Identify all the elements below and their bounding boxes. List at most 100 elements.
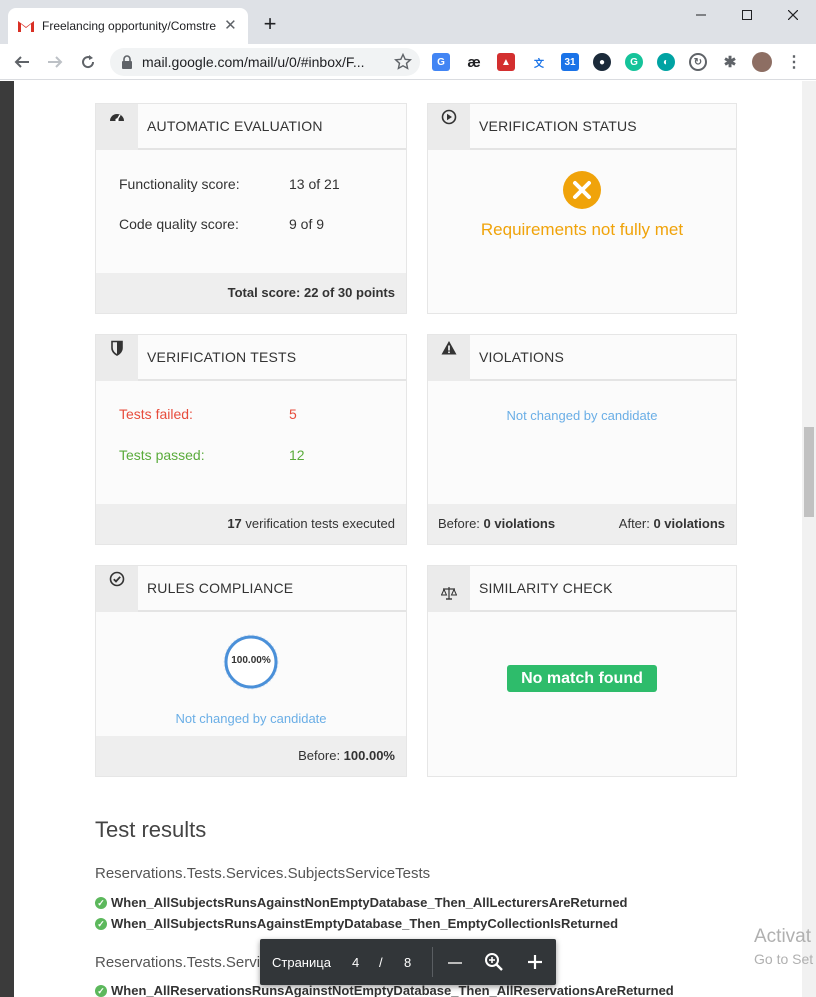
url-text: mail.google.com/mail/u/0/#inbox/F... (142, 54, 365, 70)
activation-watermark-subtitle: Go to Set (754, 951, 814, 967)
suite-name: Reservations.Tests.Servic (95, 954, 268, 971)
violations-note: Not changed by candidate (506, 408, 658, 423)
toolbar-divider (432, 947, 433, 977)
test-item: ✓ When_AllReservationsRunsAgainstNotEmpt… (95, 983, 674, 997)
card-header: RULES COMPLIANCE (96, 566, 406, 612)
card-footer: Total score: 22 of 30 points (96, 273, 406, 313)
gmail-icon (18, 18, 34, 34)
test-item: ✓ When_AllSubjectsRunsAgainstNonEmptyDat… (95, 895, 628, 910)
check-icon: ✓ (95, 917, 107, 930)
tests-passed-value: 12 (289, 447, 305, 463)
verification-tests-card: VERIFICATION TESTS Tests failed: 5 Tests… (95, 334, 407, 545)
circle-extension-icon[interactable]: ↻ (689, 53, 707, 71)
menu-dots-icon[interactable]: ⋮ (785, 53, 803, 71)
executed-text: verification tests executed (241, 516, 395, 531)
close-window-icon[interactable] (770, 0, 816, 30)
maximize-icon[interactable] (724, 0, 770, 30)
balance-scale-icon (428, 566, 470, 612)
page-label: Страница (272, 955, 331, 970)
avatar[interactable] (752, 52, 772, 72)
test-name: When_AllReservationsRunsAgainstNotEmptyD… (111, 983, 674, 997)
suite-name: Reservations.Tests.Services.SubjectsServ… (95, 865, 431, 882)
scrollbar-thumb[interactable] (804, 427, 814, 517)
total-score: Total score: 22 of 30 points (227, 285, 395, 300)
rules-note: Not changed by candidate (175, 711, 327, 726)
suite-name-left: Reservations.Tests.Servic (95, 954, 268, 971)
browser-toolbar: mail.google.com/mail/u/0/#inbox/F... G æ… (0, 44, 816, 80)
after-value: 0 violations (653, 516, 725, 531)
compliance-percent: 100.00% (231, 655, 271, 666)
card-header: VERIFICATION TESTS (96, 335, 406, 381)
no-match-badge: No match found (507, 665, 657, 692)
language-extension-icon[interactable]: 文 (530, 53, 548, 71)
functionality-value: 13 of 21 (289, 176, 340, 192)
lock-icon (122, 55, 132, 69)
address-bar[interactable]: mail.google.com/mail/u/0/#inbox/F... (110, 48, 420, 76)
close-tab-icon[interactable]: ✕ (223, 18, 238, 34)
scrollbar-track[interactable] (802, 81, 816, 997)
current-page-input[interactable]: 4 (352, 955, 359, 970)
compliance-ring: 100.00% (222, 633, 280, 691)
page-separator: / (379, 955, 383, 970)
total-pages: 8 (404, 955, 412, 970)
dark-extension-icon[interactable]: ● (593, 53, 611, 71)
grammarly-icon[interactable]: G (625, 53, 643, 71)
card-footer: Before: 0 violations After: 0 violations (428, 504, 736, 544)
automatic-evaluation-card: AUTOMATIC EVALUATION Functionality score… (95, 103, 407, 314)
card-header: SIMILARITY CHECK (428, 566, 736, 612)
before-label: Before: (298, 748, 344, 763)
reload-icon[interactable] (76, 50, 100, 74)
warning-icon (428, 335, 470, 381)
check-icon: ✓ (95, 896, 107, 909)
card-footer: Before: 100.00% (96, 736, 406, 776)
quality-value: 9 of 9 (289, 216, 325, 232)
check-icon: ✓ (95, 984, 107, 997)
teal-extension-icon[interactable]: ◐ (657, 53, 675, 71)
card-title: VERIFICATION TESTS (147, 349, 297, 365)
rules-compliance-card: RULES COMPLIANCE 100.00% Not changed by … (95, 565, 407, 777)
card-title: VIOLATIONS (479, 349, 564, 365)
card-title: RULES COMPLIANCE (147, 580, 294, 596)
card-footer: 17 verification tests executed (96, 504, 406, 544)
test-item: ✓ When_AllSubjectsRunsAgainstEmptyDataba… (95, 916, 618, 931)
puzzle-icon[interactable]: ✱ (721, 53, 739, 71)
quality-label: Code quality score: (119, 216, 239, 232)
left-edge (0, 81, 14, 997)
zoom-in-icon[interactable] (524, 951, 546, 973)
tab-strip: Freelancing opportunity/Comstre ✕ + (0, 0, 816, 44)
calendar-extension-icon[interactable]: 31 (561, 53, 579, 71)
zoom-icon[interactable] (483, 951, 505, 973)
zoom-out-icon[interactable] (444, 952, 466, 974)
check-circle-icon (96, 566, 138, 612)
after-label: After: (618, 516, 654, 531)
play-circle-icon (428, 104, 470, 150)
ae-extension-icon[interactable]: æ (465, 53, 483, 71)
before-value: 0 violations (483, 516, 556, 531)
functionality-label: Functionality score: (119, 176, 240, 192)
executed-count: 17 (227, 516, 242, 531)
forward-icon[interactable] (43, 50, 67, 74)
new-tab-button[interactable]: + (258, 12, 282, 36)
status-text: Requirements not fully met (480, 220, 684, 239)
violations-card: VIOLATIONS Not changed by candidate Befo… (427, 334, 737, 545)
verification-status-card: VERIFICATION STATUS Requirements not ful… (427, 103, 737, 314)
similarity-check-card: SIMILARITY CHECK No match found (427, 565, 737, 777)
bookmark-star-icon[interactable] (394, 53, 412, 71)
tests-failed-value: 5 (289, 406, 297, 422)
failed-x-icon (563, 171, 601, 209)
back-icon[interactable] (10, 50, 34, 74)
tests-failed-label: Tests failed: (119, 406, 193, 422)
translate-extension-icon[interactable]: G (432, 53, 450, 71)
browser-tab[interactable]: Freelancing opportunity/Comstre ✕ (8, 8, 248, 44)
red-extension-icon[interactable]: ▲ (497, 53, 515, 71)
card-header: VERIFICATION STATUS (428, 104, 736, 150)
test-name: When_AllSubjectsRunsAgainstNonEmptyDatab… (111, 895, 628, 910)
before-label: Before: (438, 516, 484, 531)
activation-watermark-title: Activat (754, 926, 812, 947)
card-header: VIOLATIONS (428, 335, 736, 381)
minimize-icon[interactable] (678, 0, 724, 30)
shield-icon (96, 335, 138, 381)
before-value: 100.00% (343, 748, 395, 763)
tab-title: Freelancing opportunity/Comstre (42, 19, 217, 33)
test-results-heading: Test results (95, 817, 207, 842)
